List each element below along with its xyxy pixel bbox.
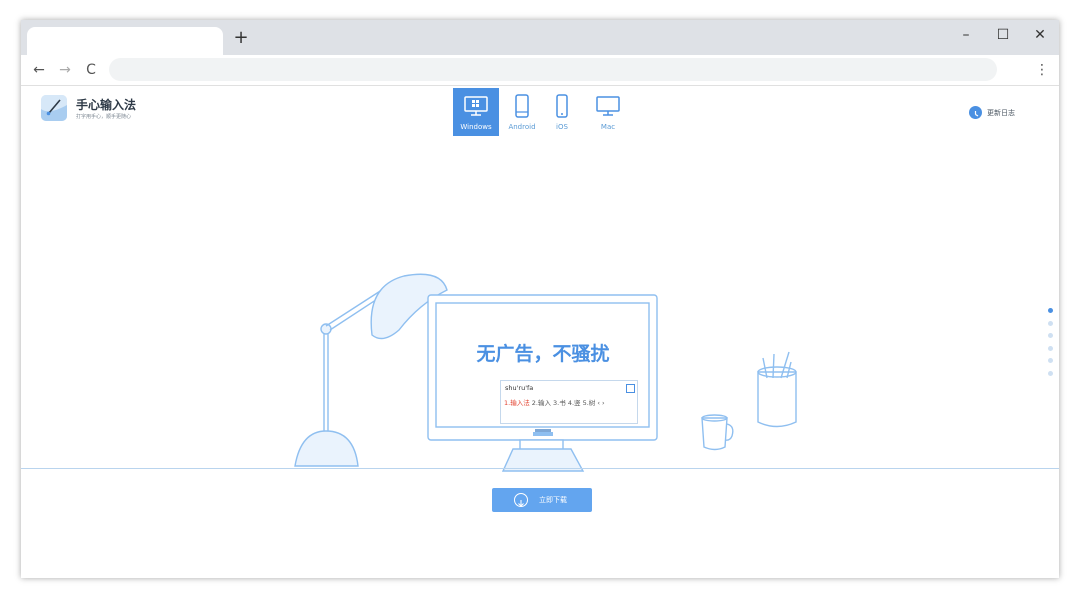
reload-button[interactable]: C [82,61,100,79]
headline: 无广告，不骚扰 [476,343,610,365]
page-content: 手心输入法 打字用手心，顺手更随心 Windows Android iOS Ma… [21,86,1059,578]
ime-pinyin: shu'ru'fa [505,384,534,392]
ime-expand-icon [626,384,635,393]
minimize-button[interactable]: – [955,26,977,44]
active-tab[interactable] [27,27,223,55]
new-tab-button[interactable]: + [233,29,249,47]
browser-menu-button[interactable]: ⋮ [1035,61,1049,79]
download-arrow-icon [514,493,528,507]
close-button[interactable]: ✕ [1029,26,1051,44]
ime-candidate-window: shu'ru'fa 1.输入法 2.输入 3.书 4.竖 5.树 ‹ › [500,380,638,424]
tab-strip: + – ☐ ✕ [21,20,1059,55]
ime-candidates: 1.输入法 2.输入 3.书 4.竖 5.树 ‹ › [504,397,605,407]
back-button[interactable]: ← [30,61,48,79]
browser-toolbar: ← → C ⋮ [21,55,1059,86]
download-label: 立即下载 [539,496,567,504]
download-button[interactable]: 立即下载 [492,488,592,512]
forward-button[interactable]: → [56,61,74,79]
ime-candidate-others: 2.输入 3.书 4.竖 5.树 ‹ › [531,399,605,407]
browser-window: + – ☐ ✕ ← → C ⋮ 手心输入法 打字用手心，顺手更随心 Window… [21,20,1059,578]
desk-floor-line [21,468,1059,469]
address-bar[interactable] [109,58,997,81]
ime-candidate-first: 1.输入法 [504,399,530,407]
maximize-button[interactable]: ☐ [992,26,1014,44]
